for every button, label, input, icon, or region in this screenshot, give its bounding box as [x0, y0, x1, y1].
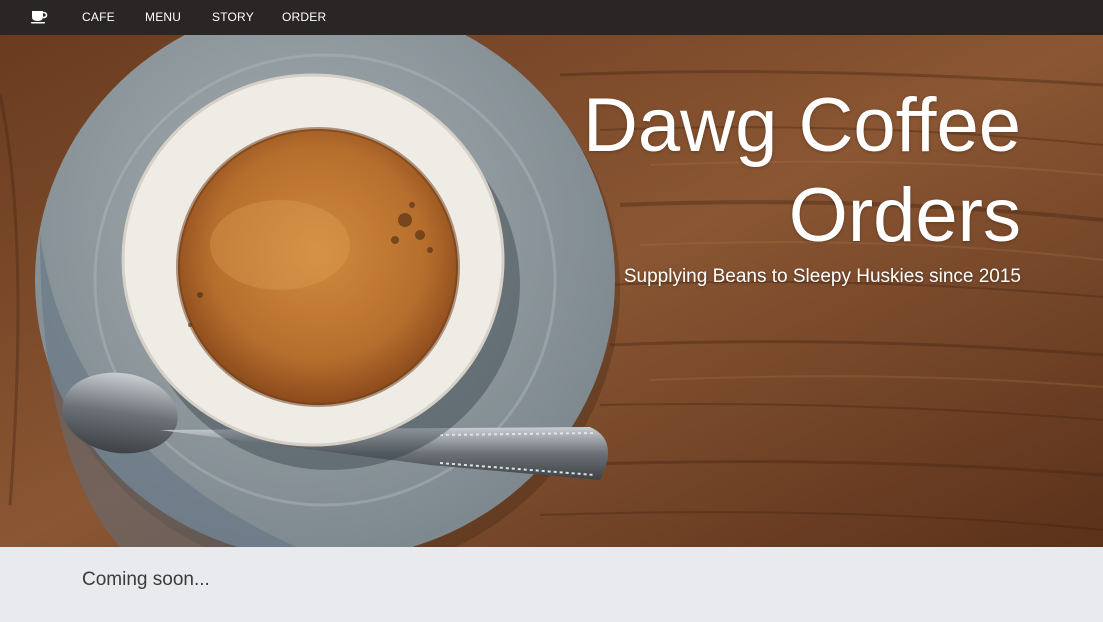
hero-subtitle: Supplying Beans to Sleepy Huskies since … [623, 266, 1021, 287]
coming-soon-text: Coming soon... [82, 569, 210, 590]
nav-item-story[interactable]: STORY [212, 0, 254, 35]
coffee-cup-icon[interactable] [30, 8, 48, 24]
hero-title: Dawg Coffee Orders [421, 81, 1021, 261]
nav-item-cafe[interactable]: CAFE [82, 0, 115, 35]
hero-banner: Dawg Coffee Orders Supplying Beans to Sl… [0, 35, 1103, 547]
nav-item-menu[interactable]: MENU [145, 0, 181, 35]
content-section: Coming soon... [0, 547, 1103, 622]
hero-title-line1: Dawg Coffee [583, 83, 1021, 168]
hero-title-line2: Orders [788, 173, 1021, 258]
nav-item-order[interactable]: ORDER [282, 0, 326, 35]
top-navbar: CAFE MENU STORY ORDER [0, 0, 1103, 35]
